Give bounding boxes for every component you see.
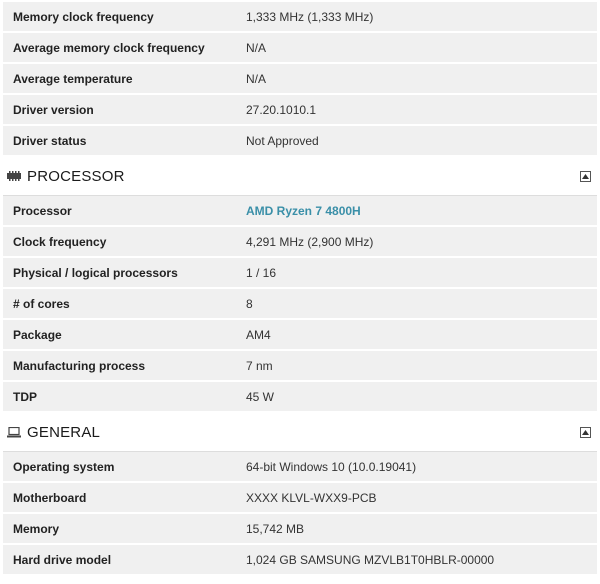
- table-row: Driver status Not Approved: [3, 126, 597, 157]
- row-label: Manufacturing process: [13, 358, 146, 373]
- row-value: 1 / 16: [246, 265, 277, 280]
- table-row: Hard drive model 1,024 GB SAMSUNG MZVLB1…: [3, 545, 597, 576]
- table-row: Manufacturing process 7 nm: [3, 351, 597, 382]
- system-info-page: Memory clock frequency 1,333 MHz (1,333 …: [0, 0, 600, 584]
- table-row: Average temperature N/A: [3, 64, 597, 95]
- collapse-button[interactable]: [580, 170, 591, 182]
- general-section-header: GENERAL: [3, 413, 597, 452]
- laptop-icon: [7, 426, 21, 438]
- row-value: XXXX KLVL-WXX9-PCB: [246, 490, 377, 505]
- processor-link[interactable]: AMD Ryzen 7 4800H: [246, 204, 361, 218]
- row-value: N/A: [246, 71, 267, 86]
- row-value: 45 W: [246, 389, 275, 404]
- section-title: PROCESSOR: [27, 167, 125, 185]
- table-row: Package AM4: [3, 320, 597, 351]
- gpu-section: Memory clock frequency 1,333 MHz (1,333 …: [3, 2, 597, 157]
- row-value: 8: [246, 296, 253, 311]
- row-label: Physical / logical processors: [13, 265, 178, 280]
- row-label: Clock frequency: [13, 234, 107, 249]
- table-row: Average memory clock frequency N/A: [3, 33, 597, 64]
- general-section: Operating system 64-bit Windows 10 (10.0…: [3, 452, 597, 576]
- table-row: Processor AMD Ryzen 7 4800H: [3, 196, 597, 227]
- section-title: GENERAL: [27, 423, 101, 441]
- row-value: 7 nm: [246, 358, 273, 373]
- collapse-button[interactable]: [580, 426, 591, 438]
- row-value: 4,291 MHz (2,900 MHz): [246, 234, 374, 249]
- row-value: N/A: [246, 40, 267, 55]
- row-value: 1,024 GB SAMSUNG MZVLB1T0HBLR-00000: [246, 552, 495, 567]
- row-value: 15,742 MB: [246, 521, 305, 536]
- row-label: Driver status: [13, 133, 87, 148]
- table-row: Driver version 27.20.1010.1: [3, 95, 597, 126]
- table-row: Memory 15,742 MB: [3, 514, 597, 545]
- row-label: Driver version: [13, 102, 94, 117]
- row-label: Average memory clock frequency: [13, 40, 205, 55]
- row-label: Processor: [13, 203, 72, 218]
- table-row: Motherboard XXXX KLVL-WXX9-PCB: [3, 483, 597, 514]
- table-row: Operating system 64-bit Windows 10 (10.0…: [3, 452, 597, 483]
- row-label: Memory: [13, 521, 60, 536]
- row-label: Memory clock frequency: [13, 9, 154, 24]
- table-row: TDP 45 W: [3, 382, 597, 413]
- row-value: Not Approved: [246, 133, 319, 148]
- table-row: # of cores 8: [3, 289, 597, 320]
- processor-icon: [7, 170, 21, 182]
- row-value: 1,333 MHz (1,333 MHz): [246, 9, 374, 24]
- row-label: Hard drive model: [13, 552, 112, 567]
- row-label: Package: [13, 327, 62, 342]
- table-row: Memory clock frequency 1,333 MHz (1,333 …: [3, 2, 597, 33]
- row-value: AM4: [246, 327, 271, 342]
- processor-section: Processor AMD Ryzen 7 4800H Clock freque…: [3, 196, 597, 413]
- row-label: # of cores: [13, 296, 70, 311]
- processor-section-header: PROCESSOR: [3, 157, 597, 196]
- row-value: 64-bit Windows 10 (10.0.19041): [246, 459, 417, 474]
- table-row: Clock frequency 4,291 MHz (2,900 MHz): [3, 227, 597, 258]
- chevron-up-icon: [582, 173, 589, 179]
- row-label: TDP: [13, 389, 37, 404]
- table-row: Physical / logical processors 1 / 16: [3, 258, 597, 289]
- row-value: 27.20.1010.1: [246, 102, 317, 117]
- row-label: Motherboard: [13, 490, 87, 505]
- row-label: Operating system: [13, 459, 115, 474]
- row-label: Average temperature: [13, 71, 133, 86]
- chevron-up-icon: [582, 429, 589, 435]
